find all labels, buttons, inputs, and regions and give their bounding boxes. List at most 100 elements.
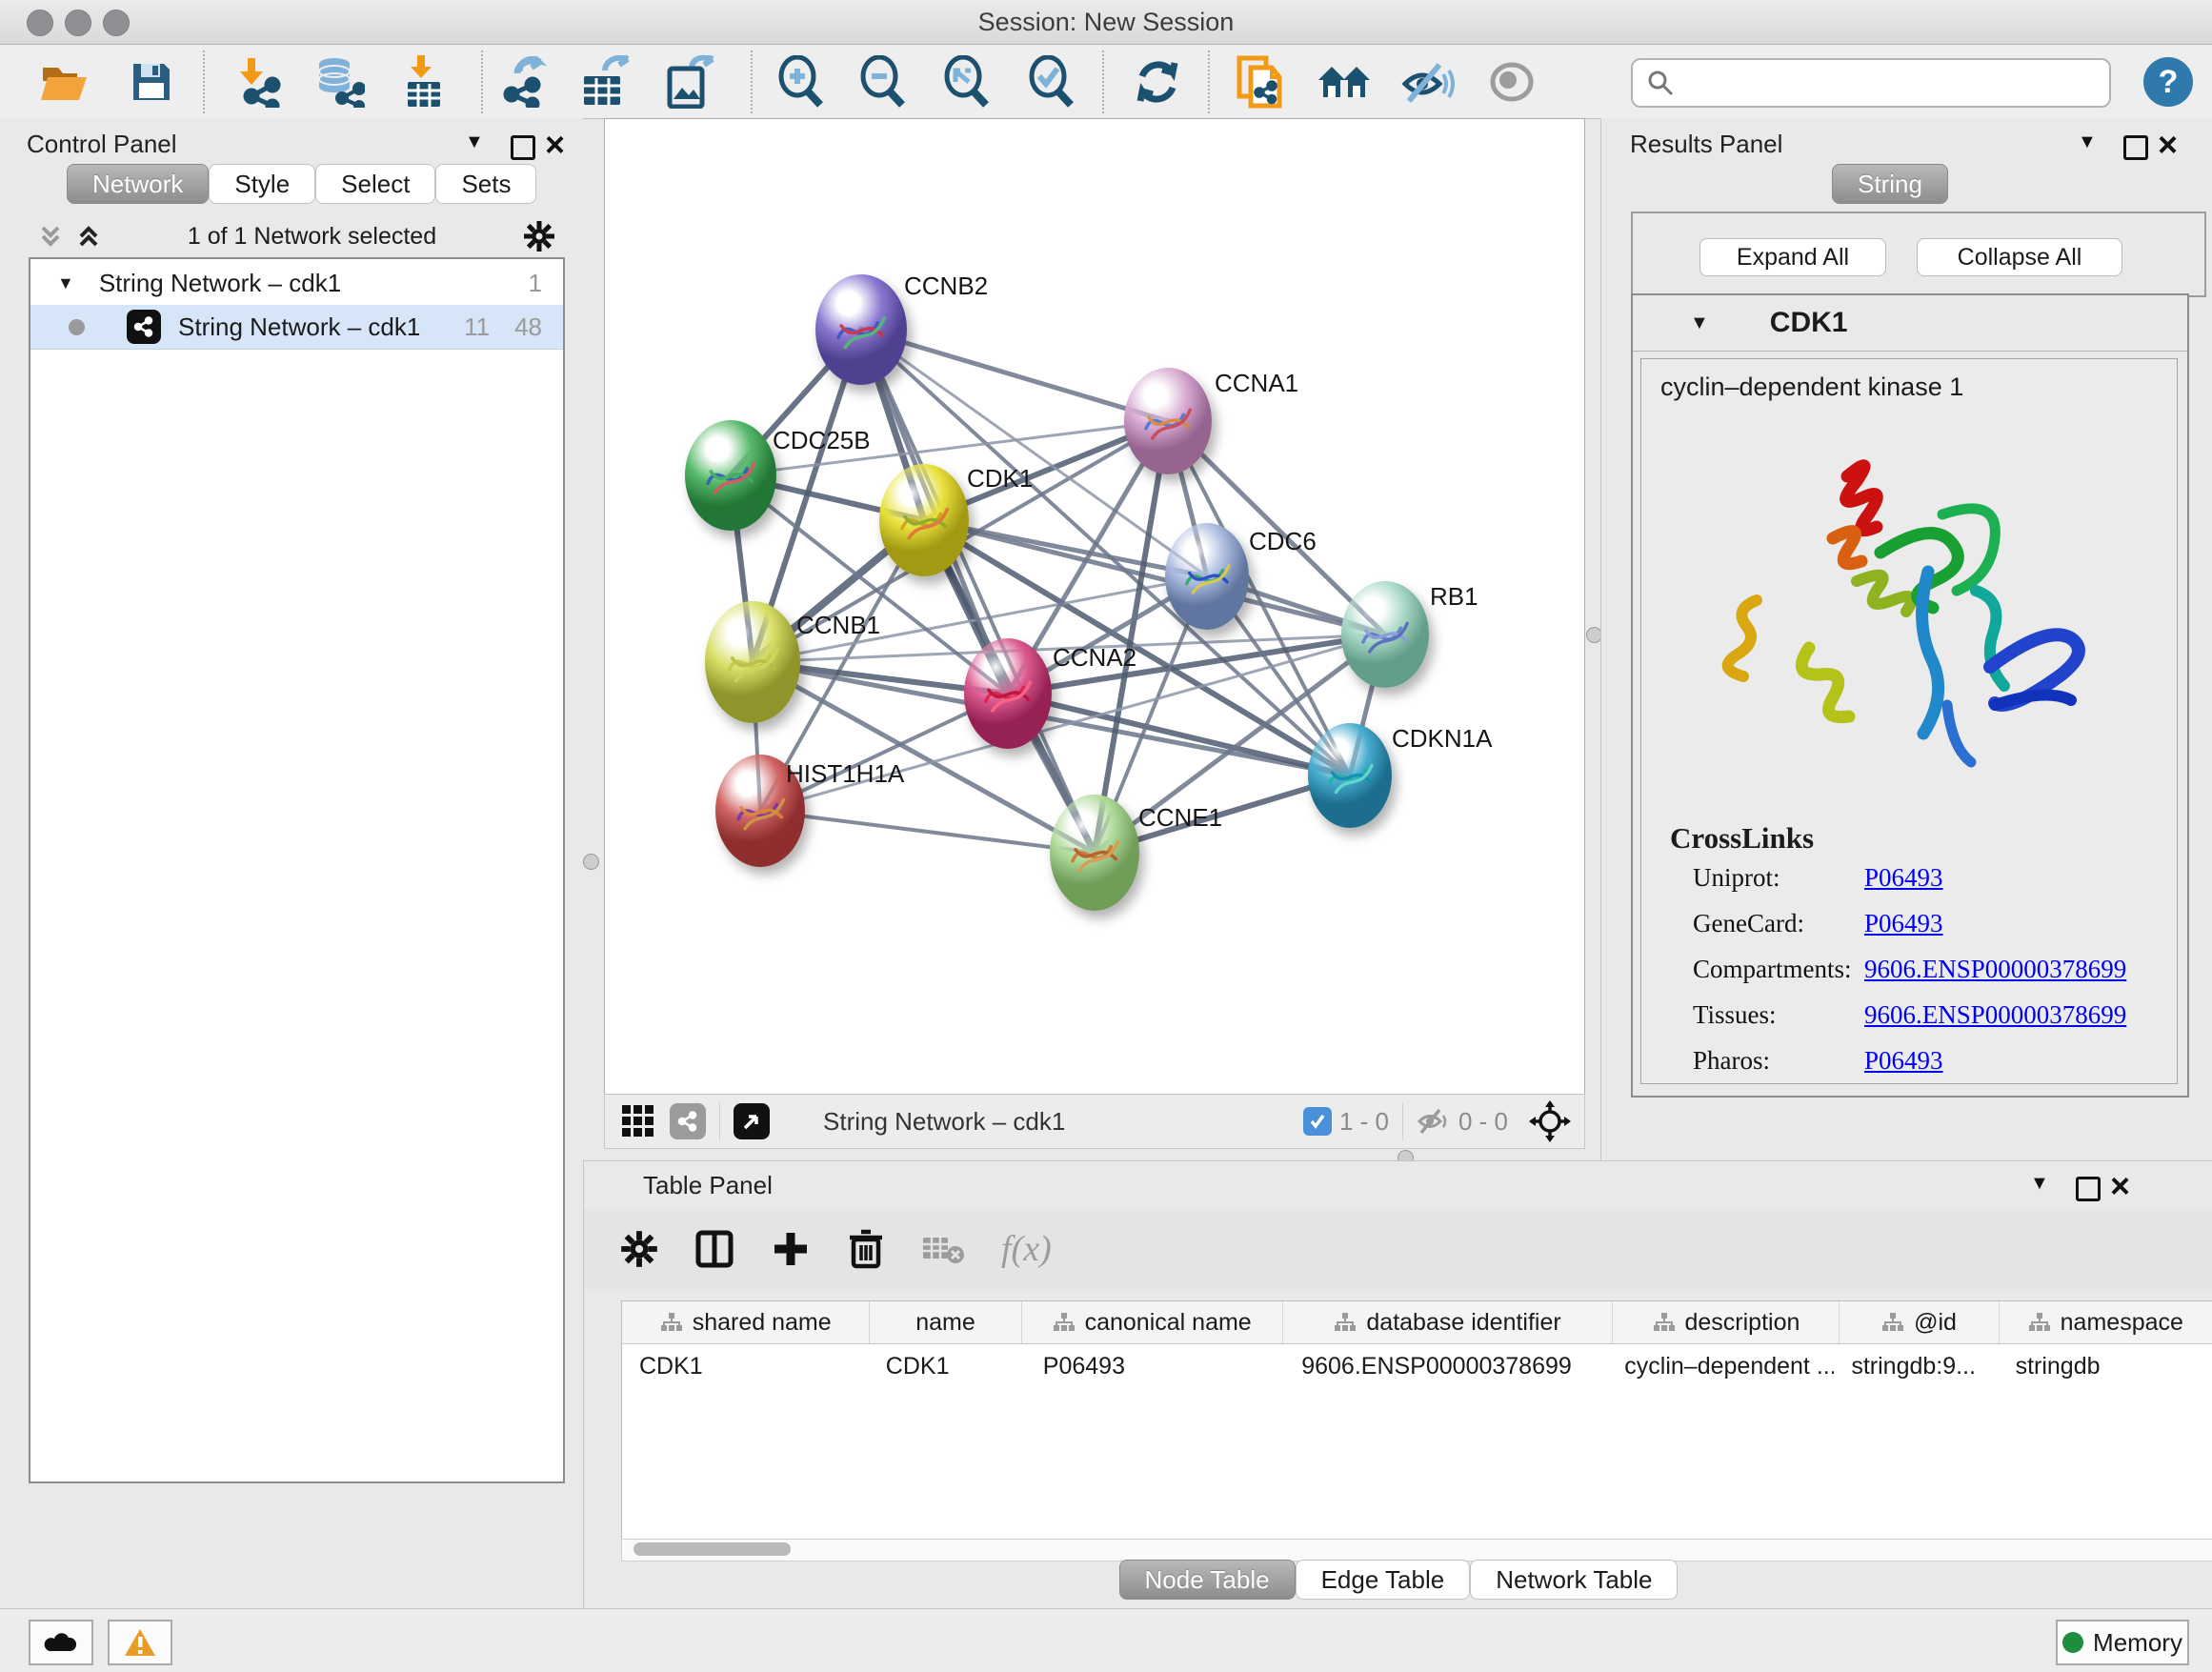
delete-trash-icon[interactable] (847, 1228, 885, 1270)
node-label-CCNE1: CCNE1 (1138, 803, 1222, 833)
network-collection-row[interactable]: ▼ String Network – cdk1 1 (30, 261, 563, 305)
column-header-namespace[interactable]: namespace (2000, 1301, 2212, 1343)
grid-view-icon[interactable] (620, 1103, 656, 1139)
help-button[interactable]: ? (2143, 57, 2193, 107)
network-edge-CCNB2-CCNA1[interactable] (861, 330, 1168, 421)
fit-content-crosshair-icon[interactable] (1529, 1100, 1571, 1142)
tab-string[interactable]: String (1832, 164, 1948, 204)
network-edge-CCNE1-HIST1H1A[interactable] (760, 811, 1095, 853)
import-network-database-button[interactable] (310, 52, 369, 111)
gene-header-row[interactable]: ▼ CDK1 (1633, 295, 2187, 352)
tab-network[interactable]: Network (67, 164, 209, 204)
import-table-file-button[interactable] (394, 52, 453, 111)
network-node-CDKN1A[interactable] (1308, 723, 1392, 828)
export-network-button[interactable] (493, 52, 553, 111)
tab-node-table[interactable]: Node Table (1119, 1560, 1296, 1600)
genecard-link[interactable]: P06493 (1864, 909, 2177, 938)
show-columns-icon[interactable] (694, 1229, 734, 1269)
network-node-CDK1[interactable] (879, 464, 969, 576)
collection-expander-icon[interactable]: ▼ (57, 273, 74, 293)
selected-checkbox-icon[interactable] (1303, 1107, 1332, 1136)
table-panel-close-icon[interactable]: × (2110, 1177, 2130, 1196)
expand-all-button[interactable]: Expand All (1699, 238, 1886, 276)
hide-selected-button[interactable] (1398, 52, 1458, 111)
export-image-button[interactable] (660, 52, 719, 111)
column-header-databaseidentifier[interactable]: database identifier (1283, 1301, 1614, 1343)
memory-button[interactable]: Memory (2056, 1620, 2189, 1665)
network-node-CCNA1[interactable] (1124, 368, 1212, 474)
zoom-selected-button[interactable] (1020, 52, 1079, 111)
zoom-in-button[interactable] (770, 52, 829, 111)
table-cell[interactable]: P06493 (1026, 1344, 1284, 1388)
network-view-title: String Network – cdk1 (823, 1107, 1065, 1137)
results-panel-menu-icon[interactable]: ▼ (2078, 131, 2097, 153)
save-session-button[interactable] (122, 52, 181, 111)
zoom-out-button[interactable] (852, 52, 911, 111)
pharos-link[interactable]: P06493 (1864, 1046, 2177, 1076)
birdseye-view-icon[interactable] (734, 1103, 770, 1139)
network-options-gear-icon[interactable] (523, 220, 555, 252)
network-node-CDC6[interactable] (1165, 523, 1249, 630)
table-panel-float-icon[interactable] (2076, 1177, 2101, 1201)
apply-layout-button[interactable] (1128, 52, 1187, 111)
first-neighbors-button[interactable] (1315, 52, 1374, 111)
open-session-button[interactable] (35, 52, 94, 111)
gene-details: cyclin–dependent kinase 1 CrossLinks (1640, 358, 2178, 1084)
import-network-file-button[interactable] (229, 52, 288, 111)
warnings-button[interactable] (108, 1620, 172, 1665)
network-row-selected[interactable]: String Network – cdk1 11 48 (30, 305, 563, 350)
tab-network-table[interactable]: Network Table (1470, 1560, 1678, 1600)
uniprot-link[interactable]: P06493 (1864, 863, 2177, 893)
collapse-all-chevrons-icon[interactable] (76, 224, 101, 249)
column-header-id[interactable]: @id (1840, 1301, 1999, 1343)
tab-sets[interactable]: Sets (435, 164, 536, 204)
collapse-all-button[interactable]: Collapse All (1917, 238, 2122, 276)
network-node-CDC25B[interactable] (685, 420, 776, 531)
control-panel-float-icon[interactable] (511, 135, 535, 160)
table-cell[interactable]: CDK1 (869, 1344, 1026, 1388)
table-cell[interactable]: stringdb:9... (1834, 1344, 1998, 1388)
zoom-fit-button[interactable] (935, 52, 995, 111)
table-cell[interactable]: stringdb (1999, 1344, 2212, 1388)
protein-structure-thumb-icon (1325, 751, 1376, 805)
clone-network-button[interactable] (1231, 52, 1290, 111)
column-header-sharedname[interactable]: shared name (622, 1301, 870, 1343)
network-node-CCNB1[interactable] (705, 601, 800, 723)
tab-edge-table[interactable]: Edge Table (1296, 1560, 1471, 1600)
network-node-CCNE1[interactable] (1050, 795, 1139, 911)
tab-style[interactable]: Style (209, 164, 315, 204)
column-header-name[interactable]: name (870, 1301, 1021, 1343)
table-cell[interactable]: 9606.ENSP00000378699 (1284, 1344, 1607, 1388)
tab-select[interactable]: Select (315, 164, 435, 204)
table-cell[interactable]: CDK1 (622, 1344, 869, 1388)
results-panel-float-icon[interactable] (2123, 135, 2148, 160)
tissues-link[interactable]: 9606.ENSP00000378699 (1864, 1000, 2177, 1030)
control-panel: Control Panel ▼ × Network Style Select S… (0, 118, 583, 1608)
table-row[interactable]: CDK1CDK1P064939606.ENSP00000378699cyclin… (622, 1344, 2212, 1388)
node-table: shared namename canonical name database … (621, 1300, 2212, 1541)
results-panel-close-icon[interactable]: × (2158, 135, 2178, 154)
add-column-plus-icon[interactable] (771, 1229, 811, 1269)
protein-structure-thumb-icon (724, 633, 781, 696)
cloud-status-button[interactable] (29, 1620, 93, 1665)
gene-expander-icon[interactable]: ▼ (1690, 312, 1709, 334)
expand-all-chevrons-icon[interactable] (38, 224, 63, 249)
column-header-description[interactable]: description (1613, 1301, 1840, 1343)
show-all-button[interactable] (1482, 52, 1541, 111)
export-table-button[interactable] (575, 52, 634, 111)
compartments-link[interactable]: 9606.ENSP00000378699 (1864, 955, 2177, 984)
search-input[interactable] (1682, 69, 2109, 98)
left-splitter-handle[interactable] (583, 854, 599, 870)
network-node-RB1[interactable] (1341, 581, 1429, 688)
column-header-canonicalname[interactable]: canonical name (1022, 1301, 1283, 1343)
table-options-gear-icon[interactable] (620, 1230, 658, 1268)
control-panel-menu-icon[interactable]: ▼ (465, 131, 484, 153)
table-cell[interactable]: cyclin–dependent ... (1607, 1344, 1834, 1388)
search-box[interactable] (1631, 58, 2111, 108)
network-node-CCNB2[interactable] (815, 274, 907, 385)
control-panel-close-icon[interactable]: × (545, 135, 565, 154)
network-canvas[interactable]: CCNB2 CCNA1 CDC25B CDK1 CDC6 RB1 CCNB1 (604, 118, 1585, 1096)
table-panel-menu-icon[interactable]: ▼ (2030, 1173, 2049, 1195)
network-node-CCNA2[interactable] (964, 638, 1052, 749)
network-overview-icon[interactable] (670, 1103, 706, 1139)
